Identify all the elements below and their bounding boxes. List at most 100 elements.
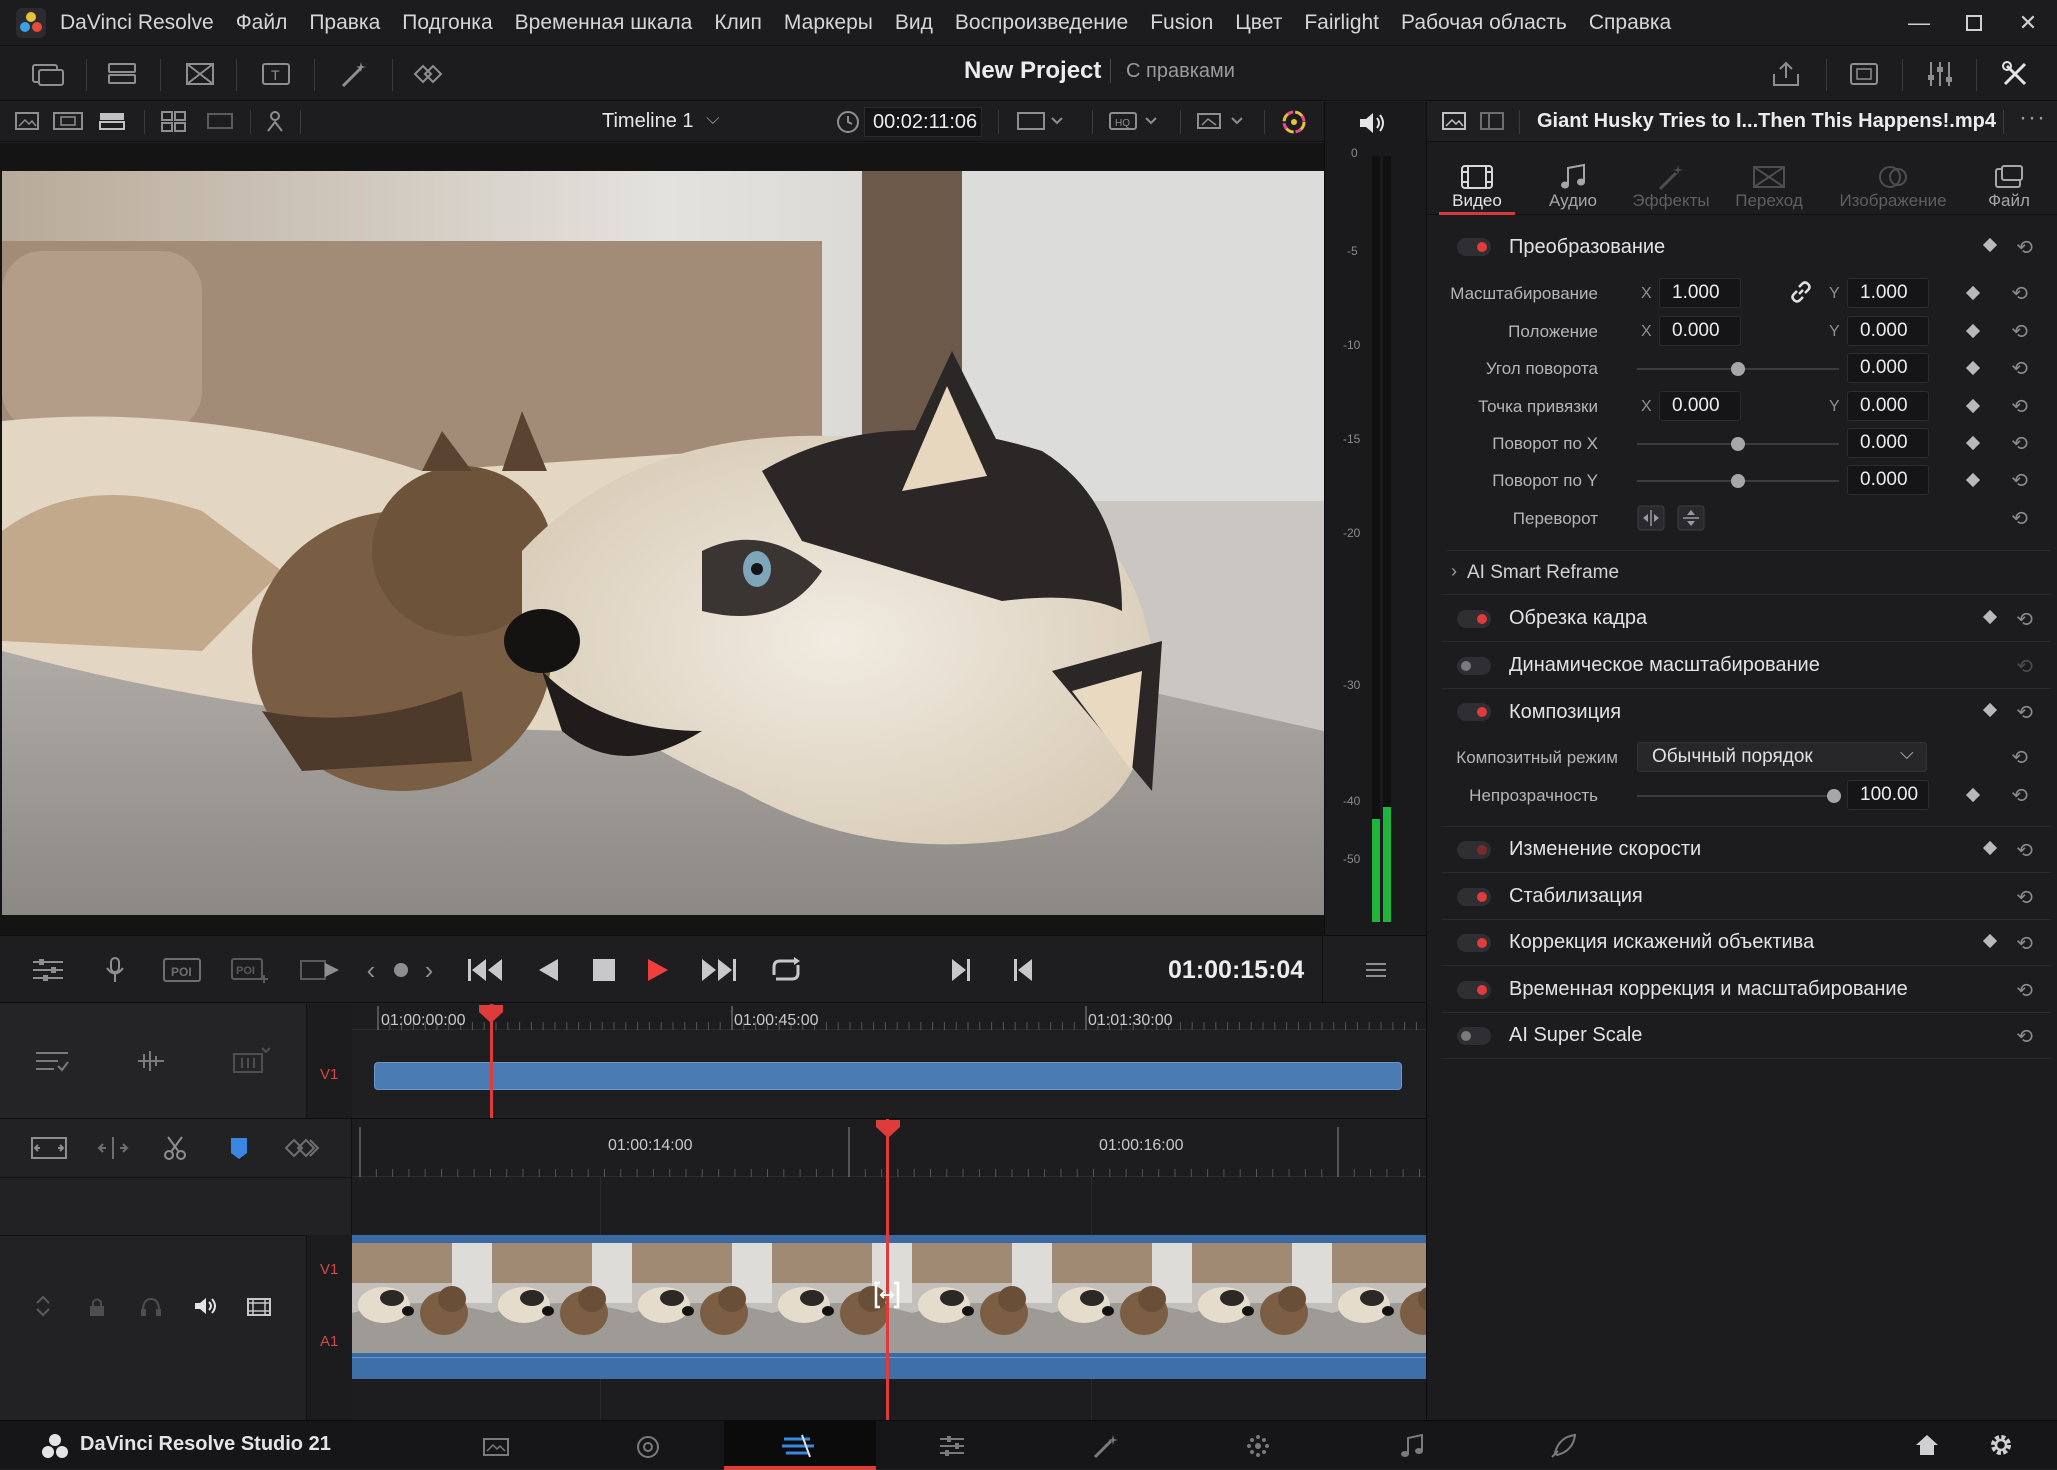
fullscreen-icon[interactable] (1842, 57, 1886, 91)
yaw-slider-knob[interactable] (1731, 474, 1745, 488)
split-view-icon[interactable] (1479, 110, 1505, 132)
keyframe-icon[interactable] (1965, 435, 1981, 451)
lens-correction-toggle[interactable] (1457, 933, 1491, 952)
poi-icon[interactable]: POI (160, 950, 204, 990)
section-stabilization[interactable]: Стабилизация ⟲ (1441, 874, 2051, 920)
aspect-icon[interactable] (1016, 110, 1066, 132)
reset-icon[interactable]: ⟲ (2011, 506, 2028, 531)
stabilization-toggle[interactable] (1457, 887, 1491, 906)
keyframe-icon[interactable] (1965, 285, 1981, 301)
quality-icon[interactable]: HQ (1108, 110, 1162, 132)
markers-icon[interactable] (408, 57, 452, 91)
full-extent-zoom-icon[interactable] (30, 1135, 70, 1161)
transform-toggle[interactable] (1457, 238, 1491, 256)
filmstrip-view-icon[interactable] (52, 110, 84, 132)
keyframe-icon[interactable] (1982, 237, 1998, 253)
clip-settings-icon[interactable] (28, 950, 68, 990)
audio-clip[interactable] (352, 1357, 1426, 1379)
menu-markers[interactable]: Маркеры (784, 11, 873, 35)
source-view-icon[interactable] (14, 110, 40, 132)
export-icon[interactable] (1764, 57, 1808, 91)
rotation-slider-knob[interactable] (1731, 362, 1745, 376)
reset-icon[interactable]: ⟲ (2011, 783, 2028, 808)
color-wheel-icon[interactable] (1280, 108, 1308, 136)
anchor-y-field[interactable]: 0.000 (1847, 391, 1929, 421)
position-y-field[interactable]: 0.000 (1847, 316, 1929, 346)
crop-toggle[interactable] (1457, 609, 1491, 628)
yaw-field[interactable]: 0.000 (1847, 465, 1929, 495)
mixer-icon[interactable] (1918, 57, 1962, 91)
reset-icon[interactable]: ⟲ (2011, 468, 2028, 493)
chevron-down-icon[interactable]: ⌵ (706, 108, 720, 129)
video-frame-husky-kitten[interactable] (2, 171, 1324, 915)
person-detect-icon[interactable] (264, 110, 286, 132)
composite-mode-dropdown[interactable]: Обычный порядок ⌵ (1637, 742, 1927, 772)
link-icon[interactable] (1789, 280, 1813, 304)
page-edit[interactable] (724, 1421, 876, 1470)
menu-workspace[interactable]: Рабочая область (1401, 11, 1567, 35)
reset-icon[interactable]: ⟲ (2016, 235, 2033, 260)
image-view-icon[interactable] (1441, 110, 1467, 132)
page-media[interactable] (420, 1421, 572, 1470)
playhead-marker-icon[interactable] (478, 1004, 504, 1024)
keyframe-icon[interactable] (1982, 933, 1998, 949)
reset-icon[interactable]: ⟲ (2011, 319, 2028, 344)
pitch-field[interactable]: 0.000 (1847, 428, 1929, 458)
menu-file[interactable]: Файл (236, 11, 288, 35)
menu-view[interactable]: Вид (895, 11, 933, 35)
menu-help[interactable]: Справка (1589, 11, 1671, 35)
keyframe-icon[interactable] (1965, 472, 1981, 488)
reset-icon[interactable]: ⟲ (2016, 838, 2033, 863)
reset-icon[interactable]: ⟲ (2016, 1024, 2033, 1049)
media-pool-icon[interactable] (26, 57, 70, 91)
stop-icon[interactable] (586, 950, 622, 990)
settings-gear-icon[interactable] (1988, 1432, 2014, 1458)
position-x-field[interactable]: 0.000 (1659, 316, 1741, 346)
speed-toggle[interactable] (1457, 840, 1491, 859)
timeline-view-options-icon[interactable] (232, 1046, 270, 1076)
detail-playhead[interactable] (886, 1119, 889, 1421)
flip-horizontal-icon[interactable] (1637, 505, 1665, 531)
prev-edit-icon[interactable] (1008, 950, 1038, 990)
transitions-icon[interactable] (178, 57, 222, 91)
rotation-field[interactable]: 0.000 (1847, 353, 1929, 383)
sync-bin-icon[interactable] (100, 57, 144, 91)
section-smart-reframe[interactable]: › AI Smart Reframe (1441, 551, 2051, 595)
menu-fusion[interactable]: Fusion (1150, 11, 1213, 35)
next-marker-icon[interactable]: › (418, 950, 440, 990)
reset-icon[interactable]: ⟲ (2016, 654, 2033, 679)
section-crop[interactable]: Обрезка кадра ⟲ (1441, 596, 2051, 642)
keyframe-icon[interactable] (1982, 609, 1998, 625)
anchor-x-field[interactable]: 0.000 (1659, 391, 1741, 421)
reset-icon[interactable]: ⟲ (2016, 931, 2033, 956)
chevron-right-icon[interactable]: › (1451, 561, 1457, 582)
composite-toggle[interactable] (1457, 703, 1491, 721)
track-options-icon[interactable] (34, 1048, 70, 1074)
reset-icon[interactable]: ⟲ (2011, 394, 2028, 419)
play-icon[interactable] (640, 950, 676, 990)
menu-playback[interactable]: Воспроизведение (955, 11, 1128, 35)
grid-view-icon[interactable] (160, 110, 188, 132)
opacity-slider[interactable] (1637, 795, 1839, 797)
section-retime-scaling[interactable]: Временная коррекция и масштабирование ⟲ (1441, 967, 2051, 1013)
reset-icon[interactable]: ⟲ (2016, 700, 2033, 725)
dynamic-zoom-toggle[interactable] (1457, 656, 1491, 675)
inspector-tools-icon[interactable] (1994, 57, 2038, 91)
tab-file[interactable]: Файл (1961, 149, 2057, 211)
section-dynamic-zoom[interactable]: Динамическое масштабирование ⟲ (1441, 643, 2051, 689)
viewer-timecode[interactable]: 00:02:11:06 (864, 107, 982, 137)
reset-icon[interactable]: ⟲ (2011, 356, 2028, 381)
reset-icon[interactable]: ⟲ (2016, 978, 2033, 1003)
minimize-icon[interactable]: — (1890, 0, 1948, 46)
maximize-icon[interactable] (1945, 0, 2003, 46)
opacity-field[interactable]: 100.00 (1847, 780, 1929, 810)
section-super-scale[interactable]: AI Super Scale ⟲ (1441, 1013, 2051, 1059)
film-icon[interactable] (246, 1297, 272, 1317)
effects-icon[interactable] (332, 57, 376, 91)
tab-image[interactable]: Изображение (1833, 149, 1953, 211)
menu-fairlight[interactable]: Fairlight (1304, 11, 1379, 35)
menu-color[interactable]: Цвет (1235, 11, 1282, 35)
flag-marker-icon[interactable] (228, 1135, 250, 1161)
overlay-icon[interactable] (1194, 110, 1250, 132)
keyframe-icon[interactable] (1982, 840, 1998, 856)
